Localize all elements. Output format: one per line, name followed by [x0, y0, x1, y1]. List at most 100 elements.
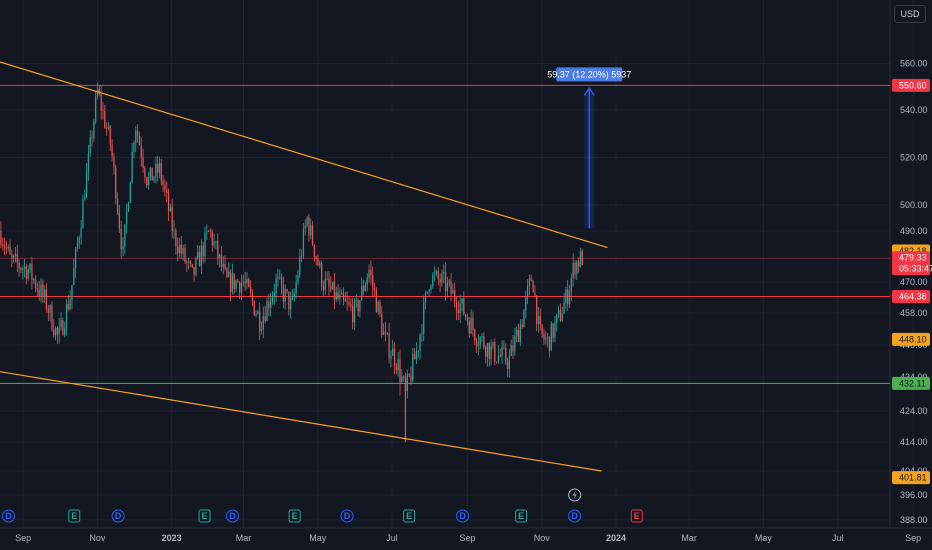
candle-body [237, 280, 239, 283]
candle-body [539, 316, 541, 325]
event-letter: D [571, 511, 578, 521]
candle-body [133, 142, 135, 152]
x-tick-label: Jul [832, 533, 844, 543]
candle-body [563, 302, 565, 314]
candle-body [426, 291, 429, 294]
y-tick-label: 520.00 [900, 153, 928, 163]
candle-body [421, 333, 423, 335]
candle-body [362, 285, 365, 292]
candle-body [193, 267, 195, 275]
candle-body [47, 309, 49, 313]
candle-body [186, 261, 188, 263]
candle-body [505, 347, 507, 363]
candle-body [384, 331, 387, 334]
candle-body [242, 281, 244, 283]
candle-body [269, 301, 272, 309]
candle-body [138, 135, 141, 145]
x-tick-label: 2023 [162, 533, 182, 543]
candle-body [512, 345, 514, 352]
candle-body [475, 340, 478, 346]
candle-body [468, 321, 470, 334]
candle-body [34, 279, 37, 288]
x-tick-label: Nov [89, 533, 106, 543]
candle-body [166, 189, 168, 194]
candle-body [109, 126, 111, 145]
candlestick-chart[interactable]: 59.37 (12.20%) 5937 D E D E D E D E D E D E 560.00 5… [0, 0, 932, 550]
candle-body [218, 254, 221, 259]
candle-body [361, 285, 363, 301]
candle-body [290, 298, 292, 310]
candle-body [393, 348, 396, 367]
candle-body [311, 225, 314, 245]
candle-body [22, 268, 24, 270]
candle-body [342, 292, 345, 300]
candle-body [395, 366, 398, 370]
candle-body [268, 301, 270, 309]
event-letter: E [518, 511, 524, 521]
candle-body [463, 298, 465, 315]
candle-body [140, 144, 142, 158]
candle-body [545, 338, 547, 340]
candle-body [149, 167, 151, 177]
candle-body [104, 110, 106, 128]
candle-body [160, 162, 162, 181]
candle-body [317, 258, 319, 266]
candle-body [111, 144, 113, 157]
candle-body [13, 255, 15, 258]
candle-body [543, 334, 545, 340]
candle-body [9, 246, 11, 255]
candle-body [177, 246, 179, 254]
candle-body [206, 231, 208, 233]
candle-body [244, 281, 246, 284]
candle-body [167, 193, 170, 212]
candle-body [530, 278, 532, 281]
candle-body [541, 324, 543, 335]
candle-body [459, 303, 461, 314]
candle-body [105, 127, 108, 129]
candle-body [147, 176, 150, 186]
candle-body [74, 248, 77, 269]
candle-body [200, 245, 203, 267]
candle-body [65, 304, 68, 329]
candle-body [381, 314, 383, 335]
currency-button[interactable]: USD [894, 5, 926, 23]
candle-body [262, 316, 264, 330]
candle-body [251, 292, 254, 302]
candle-body [357, 300, 359, 312]
price-tag-label: 448.10 [899, 334, 927, 344]
candle-body [93, 120, 95, 139]
candle-body [131, 151, 133, 183]
candle-body [209, 230, 212, 232]
candle-body [304, 225, 306, 229]
candle-body [180, 245, 182, 254]
candle-body [155, 163, 157, 177]
candle-body [437, 271, 439, 280]
candle-body [62, 320, 64, 335]
candle-body [84, 198, 86, 200]
candle-body [54, 327, 57, 336]
candle-body [23, 266, 26, 269]
candle-body [372, 274, 374, 287]
candle-body [333, 281, 336, 300]
event-letter: E [202, 511, 208, 521]
candle-body [73, 268, 75, 285]
candle-body [71, 284, 73, 300]
candle-body [366, 277, 368, 285]
candle-body [308, 217, 310, 236]
candle-body [537, 316, 540, 324]
candle-body [330, 286, 332, 290]
candle-body [331, 281, 334, 290]
candle-body [510, 345, 512, 357]
candle-body [419, 334, 421, 351]
y-tick-label: 560.00 [900, 59, 928, 69]
candle-body [341, 292, 343, 295]
candle-body [113, 156, 115, 168]
candle-body [153, 176, 155, 181]
y-tick-label: 458.00 [900, 308, 928, 318]
candle-body [506, 362, 509, 369]
candle-body [127, 203, 130, 212]
y-tick-label: 500.00 [900, 200, 928, 210]
x-tick-label: Nov [534, 533, 551, 543]
event-letter: E [71, 511, 77, 521]
candle-body [279, 276, 281, 278]
